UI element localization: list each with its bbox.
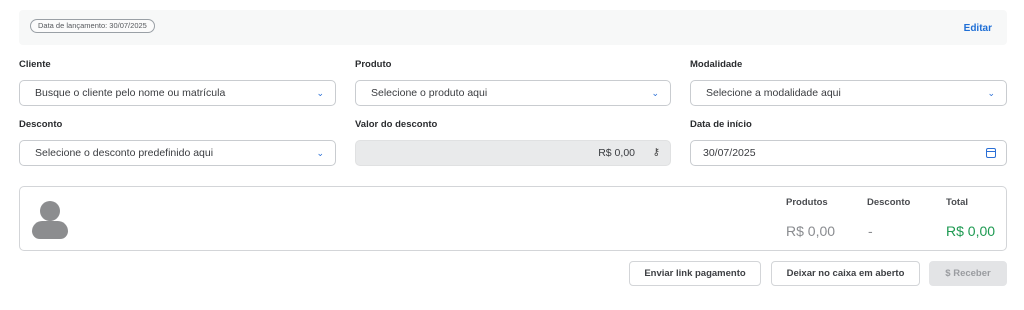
valor-desconto-field: R$ 0,00 ⚷ xyxy=(355,140,671,166)
produtos-value: R$ 0,00 xyxy=(786,223,836,239)
total-value: R$ 0,00 xyxy=(946,223,996,239)
desconto-placeholder: Selecione o desconto predefinido aqui xyxy=(35,147,214,159)
produtos-header: Produtos xyxy=(786,197,828,208)
total-header: Total xyxy=(946,197,968,208)
edit-link[interactable]: Editar xyxy=(964,23,992,34)
chevron-down-icon: ⌄ xyxy=(651,88,659,98)
receive-button[interactable]: $ Receber xyxy=(929,261,1007,286)
produto-placeholder: Selecione o produto aqui xyxy=(371,87,488,99)
valor-desconto-label: Valor do desconto xyxy=(355,119,438,130)
produto-select[interactable]: Selecione o produto aqui ⌄ xyxy=(355,80,671,106)
cliente-placeholder: Busque o cliente pelo nome ou matrícula xyxy=(35,87,226,99)
desconto-header: Desconto xyxy=(867,197,911,208)
desconto-value: - xyxy=(868,223,873,239)
desconto-select[interactable]: Selecione o desconto predefinido aqui ⌄ xyxy=(19,140,336,166)
chevron-down-icon: ⌄ xyxy=(987,88,995,98)
modalidade-select[interactable]: Selecione a modalidade aqui ⌄ xyxy=(690,80,1007,106)
cliente-select[interactable]: Busque o cliente pelo nome ou matrícula … xyxy=(19,80,336,106)
key-icon: ⚷ xyxy=(652,147,660,158)
desconto-label: Desconto xyxy=(19,119,63,130)
modalidade-placeholder: Selecione a modalidade aqui xyxy=(706,87,841,99)
order-summary: Produtos Desconto Total R$ 0,00 - R$ 0,0… xyxy=(19,186,1007,251)
cliente-label: Cliente xyxy=(19,59,51,70)
calendar-icon[interactable] xyxy=(986,148,996,158)
user-avatar-icon xyxy=(32,201,68,239)
chevron-down-icon: ⌄ xyxy=(316,88,324,98)
leave-open-button[interactable]: Deixar no caixa em aberto xyxy=(771,261,920,286)
data-inicio-label: Data de início xyxy=(690,119,752,130)
chevron-down-icon: ⌄ xyxy=(316,148,324,158)
data-inicio-field[interactable]: 30/07/2025 xyxy=(690,140,1007,166)
data-inicio-value: 30/07/2025 xyxy=(703,147,756,159)
launch-date-badge: Data de lançamento: 30/07/2025 xyxy=(30,19,155,33)
produto-label: Produto xyxy=(355,59,392,70)
modalidade-label: Modalidade xyxy=(690,59,743,70)
send-payment-link-button[interactable]: Enviar link pagamento xyxy=(629,261,761,286)
valor-desconto-value: R$ 0,00 xyxy=(598,147,635,159)
launch-header: Data de lançamento: 30/07/2025 Editar xyxy=(19,10,1007,45)
